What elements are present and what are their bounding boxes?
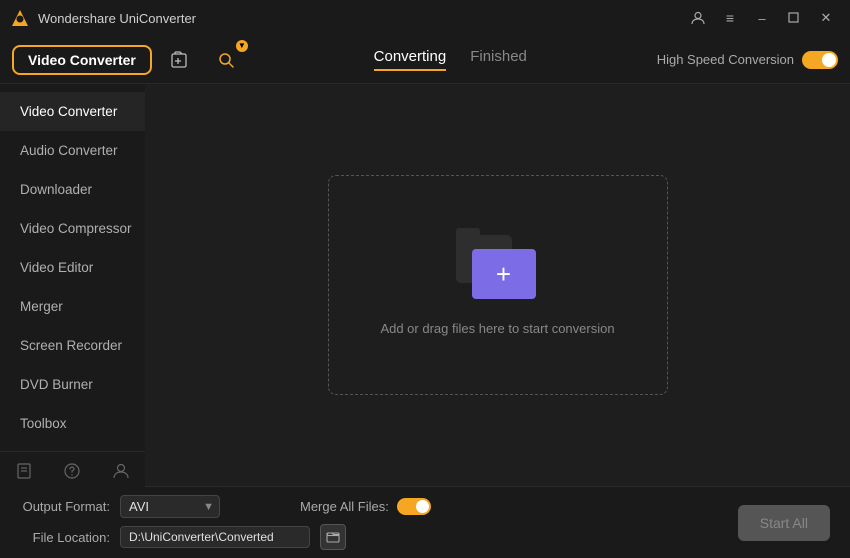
tabs-center: Converting Finished bbox=[254, 48, 647, 71]
output-format-label: Output Format: bbox=[20, 499, 110, 514]
left-column: Video Converter Audio Converter Download… bbox=[0, 84, 145, 486]
sidebar-item-audio-converter[interactable]: Audio Converter bbox=[0, 131, 145, 170]
bottom-bar: Output Format: AVI MP4 MKV MOV ▼ Merge A… bbox=[0, 486, 850, 558]
video-converter-tool-button[interactable]: Video Converter bbox=[12, 45, 152, 75]
high-speed-label: High Speed Conversion bbox=[657, 52, 794, 67]
folder-front: + bbox=[472, 249, 536, 299]
bottom-fields: Output Format: AVI MP4 MKV MOV ▼ Merge A… bbox=[20, 495, 722, 550]
file-location-label: File Location: bbox=[20, 530, 110, 545]
merge-all-files-label: Merge All Files: bbox=[300, 498, 431, 515]
merge-toggle[interactable] bbox=[397, 498, 431, 515]
minimize-button[interactable]: – bbox=[748, 7, 776, 29]
browse-folder-button[interactable] bbox=[320, 524, 346, 550]
sidebar-footer bbox=[0, 451, 145, 495]
tab-converting[interactable]: Converting bbox=[374, 48, 447, 71]
sidebar-item-screen-recorder[interactable]: Screen Recorder bbox=[0, 326, 145, 365]
app-icon bbox=[10, 8, 30, 28]
sidebar-item-toolbox[interactable]: Toolbox bbox=[0, 404, 145, 443]
sidebar-item-video-compressor[interactable]: Video Compressor bbox=[0, 209, 145, 248]
output-format-select-wrapper[interactable]: AVI MP4 MKV MOV ▼ bbox=[120, 495, 220, 518]
user-icon[interactable] bbox=[112, 462, 130, 485]
titlebar: Wondershare UniConverter ≡ – ✕ bbox=[0, 0, 850, 36]
sidebar: Video Converter Audio Converter Download… bbox=[0, 84, 145, 451]
sidebar-item-video-converter[interactable]: Video Converter bbox=[0, 92, 145, 131]
location-row: File Location: bbox=[20, 524, 722, 550]
format-row: Output Format: AVI MP4 MKV MOV ▼ Merge A… bbox=[20, 495, 722, 518]
toolbar: Video Converter ▼ Converting Finished Hi… bbox=[0, 36, 850, 84]
app-title: Wondershare UniConverter bbox=[38, 11, 196, 26]
titlebar-controls: ≡ – ✕ bbox=[684, 7, 840, 29]
sidebar-item-video-editor[interactable]: Video Editor bbox=[0, 248, 145, 287]
file-location-input[interactable] bbox=[120, 526, 310, 548]
menu-button[interactable]: ≡ bbox=[716, 7, 744, 29]
output-format-select[interactable]: AVI MP4 MKV MOV bbox=[120, 495, 220, 518]
restore-button[interactable] bbox=[780, 7, 808, 29]
book-icon[interactable] bbox=[15, 462, 33, 485]
sidebar-item-merger[interactable]: Merger bbox=[0, 287, 145, 326]
high-speed-section: High Speed Conversion bbox=[657, 51, 838, 69]
plus-sign: + bbox=[496, 261, 511, 287]
main-layout: Video Converter Audio Converter Download… bbox=[0, 84, 850, 486]
content-area: + Add or drag files here to start conver… bbox=[145, 84, 850, 486]
help-icon[interactable] bbox=[63, 462, 81, 485]
high-speed-toggle[interactable] bbox=[802, 51, 838, 69]
folder-tab bbox=[456, 228, 480, 238]
search-button[interactable]: ▼ bbox=[208, 44, 244, 76]
folder-graphic: + bbox=[454, 235, 542, 305]
profile-button[interactable] bbox=[684, 7, 712, 29]
start-all-button[interactable]: Start All bbox=[738, 505, 830, 541]
drop-zone[interactable]: + Add or drag files here to start conver… bbox=[328, 175, 668, 395]
sidebar-item-downloader[interactable]: Downloader bbox=[0, 170, 145, 209]
add-files-button[interactable] bbox=[162, 44, 198, 76]
sidebar-item-dvd-burner[interactable]: DVD Burner bbox=[0, 365, 145, 404]
titlebar-left: Wondershare UniConverter bbox=[10, 8, 196, 28]
close-button[interactable]: ✕ bbox=[812, 7, 840, 29]
tab-finished[interactable]: Finished bbox=[470, 48, 527, 71]
search-badge: ▼ bbox=[236, 40, 248, 52]
drop-zone-text: Add or drag files here to start conversi… bbox=[380, 321, 614, 336]
